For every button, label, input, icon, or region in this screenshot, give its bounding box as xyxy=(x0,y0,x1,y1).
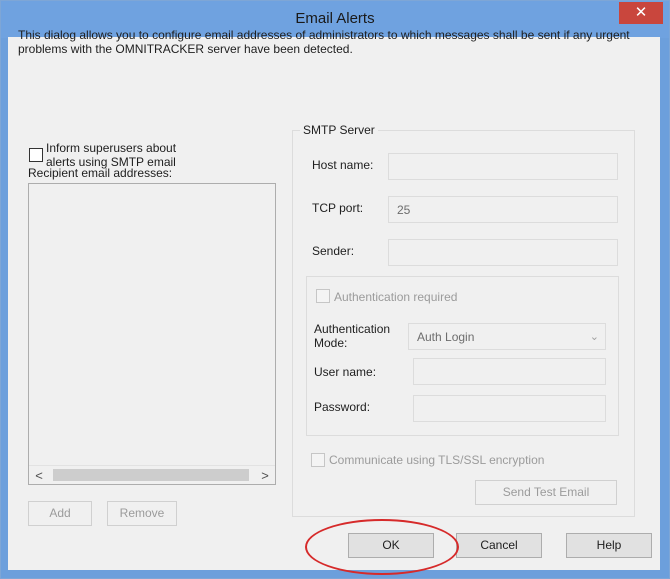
password-field[interactable] xyxy=(413,395,606,422)
auth-required-checkbox[interactable] xyxy=(316,289,330,303)
horizontal-scrollbar[interactable]: < > xyxy=(29,465,275,484)
send-test-email-button[interactable]: Send Test Email xyxy=(475,480,617,505)
auth-mode-label-line1: Authentication xyxy=(314,322,391,336)
auth-mode-label-line2: Mode: xyxy=(314,336,348,350)
remove-button[interactable]: Remove xyxy=(107,501,177,526)
sender-field[interactable] xyxy=(388,239,618,266)
auth-required-label: Authentication required xyxy=(334,290,458,304)
inform-superusers-checkbox[interactable] xyxy=(29,148,43,162)
sender-label: Sender: xyxy=(312,244,355,258)
scroll-left-icon[interactable]: < xyxy=(31,468,47,483)
dialog-title: Email Alerts xyxy=(295,10,375,27)
host-name-field[interactable] xyxy=(388,153,618,180)
help-button[interactable]: Help xyxy=(566,533,652,558)
scroll-right-icon[interactable]: > xyxy=(257,468,273,483)
tls-ssl-checkbox[interactable] xyxy=(311,453,325,467)
ok-button[interactable]: OK xyxy=(348,533,434,558)
recipients-label: Recipient email addresses: xyxy=(28,166,173,180)
smtp-server-group-title: SMTP Server xyxy=(300,123,378,137)
auth-mode-select[interactable]: Auth Login ⌄ xyxy=(408,323,606,350)
host-name-label: Host name: xyxy=(312,158,374,172)
chevron-down-icon[interactable]: ⌄ xyxy=(590,324,599,351)
tls-ssl-label: Communicate using TLS/SSL encryption xyxy=(329,453,545,467)
scroll-thumb[interactable] xyxy=(53,469,249,481)
close-icon: ✕ xyxy=(634,4,648,21)
add-button[interactable]: Add xyxy=(28,501,92,526)
tcp-port-field[interactable]: 25 xyxy=(388,196,618,223)
user-name-label: User name: xyxy=(314,365,377,379)
inform-superusers-label-line1: Inform superusers about xyxy=(46,141,177,155)
auth-mode-value: Auth Login xyxy=(417,330,475,344)
recipient-list[interactable]: < > xyxy=(28,183,276,485)
close-button[interactable]: ✕ xyxy=(619,2,663,24)
cancel-button[interactable]: Cancel xyxy=(456,533,542,558)
dialog-description: This dialog allows you to configure emai… xyxy=(18,28,630,56)
password-label: Password: xyxy=(314,400,371,414)
user-name-field[interactable] xyxy=(413,358,606,385)
tcp-port-label: TCP port: xyxy=(312,201,364,215)
